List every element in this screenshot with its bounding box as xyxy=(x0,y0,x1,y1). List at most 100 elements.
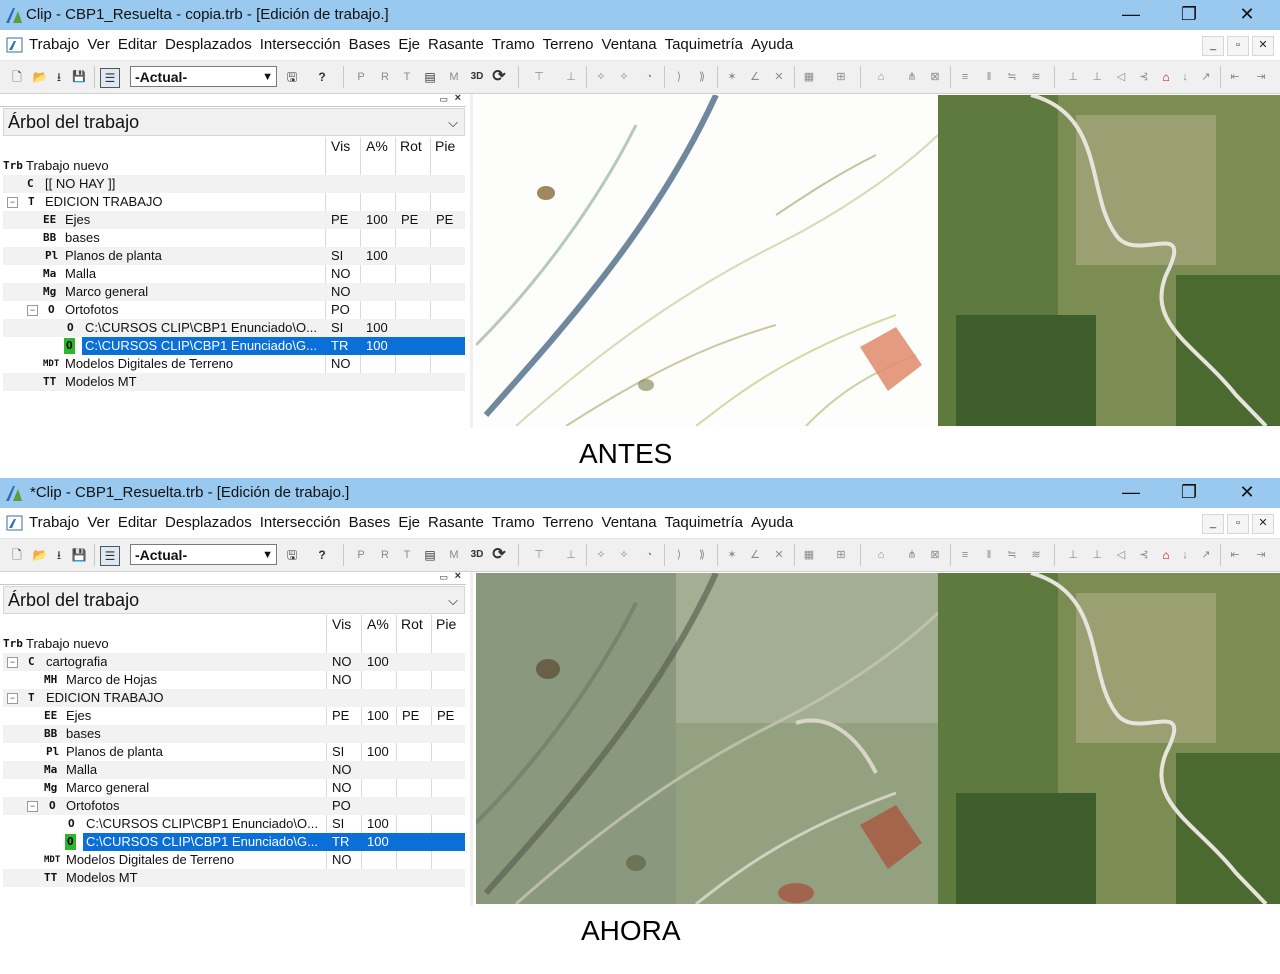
menu-item[interactable]: Terreno xyxy=(543,514,594,531)
close-icon[interactable]: × xyxy=(455,570,461,582)
layer-combobox[interactable]: -Actual- ▼ xyxy=(130,544,277,565)
plan-view-icon[interactable]: P xyxy=(352,546,370,564)
mt-view-icon[interactable]: M xyxy=(445,68,463,86)
tool-icon[interactable]: ‖ xyxy=(980,68,998,86)
tree-row[interactable]: − O Ortofotos PO xyxy=(3,301,465,319)
menu-item[interactable]: Eje xyxy=(398,514,420,531)
tree-title-dropdown[interactable]: Árbol del trabajo ⌵ xyxy=(3,108,465,136)
tool-icon[interactable]: ◁ xyxy=(1112,68,1130,86)
tool-icon[interactable]: ◁ xyxy=(1112,546,1130,564)
close-icon[interactable]: × xyxy=(455,92,461,104)
column-header-rot[interactable]: Rot xyxy=(401,616,423,632)
tool-icon[interactable]: ⊞ xyxy=(832,546,850,564)
tree-row[interactable]: Trb Trabajo nuevo xyxy=(3,157,465,175)
tool-icon[interactable]: ◔ xyxy=(640,546,658,564)
minimize-button[interactable]: — xyxy=(1102,0,1160,30)
tool-icon[interactable]: ▦ xyxy=(800,68,818,86)
close-button[interactable]: ✕ xyxy=(1218,0,1276,30)
pin-icon[interactable]: ▭ xyxy=(439,94,448,105)
tool-icon[interactable]: ✶ xyxy=(723,68,741,86)
menu-item[interactable]: Trabajo xyxy=(29,514,79,531)
tree-row[interactable]: BB bases xyxy=(3,229,465,247)
tool-icon[interactable]: ≋ xyxy=(1027,68,1045,86)
tool-icon[interactable]: ✧ xyxy=(592,546,610,564)
tool-icon[interactable]: ‖ xyxy=(980,546,998,564)
open-folder-icon[interactable]: 📂 xyxy=(31,68,49,86)
tool-icon[interactable]: ∠ xyxy=(746,546,764,564)
tool-icon[interactable]: ≒ xyxy=(1003,68,1021,86)
tool-icon[interactable]: ⟩ xyxy=(670,68,688,86)
tool-icon[interactable]: ≋ xyxy=(1027,546,1045,564)
tree-row[interactable]: Trb Trabajo nuevo xyxy=(3,635,465,653)
help-icon[interactable]: ? xyxy=(313,68,331,86)
menu-item[interactable]: Eje xyxy=(398,36,420,53)
tree-row[interactable]: MDT Modelos Digitales de Terreno NO xyxy=(3,851,465,869)
home-icon[interactable]: ⌂ xyxy=(1157,546,1175,564)
tree-row[interactable]: BB bases xyxy=(3,725,465,743)
table-view-icon[interactable]: ▤ xyxy=(421,546,439,564)
tool-icon[interactable]: ✧ xyxy=(615,546,633,564)
tool-icon[interactable]: ⇥ xyxy=(1252,68,1270,86)
download-icon[interactable]: ⭳ xyxy=(50,68,68,86)
tool-icon[interactable]: ⟩ xyxy=(670,546,688,564)
tool-icon[interactable]: ⇤ xyxy=(1226,546,1244,564)
tool-icon[interactable]: ⊥ xyxy=(1088,546,1106,564)
menu-item[interactable]: Ventana xyxy=(602,514,657,531)
tool-icon[interactable]: ↗ xyxy=(1197,546,1215,564)
minimize-button[interactable]: — xyxy=(1102,478,1160,508)
tool-icon[interactable]: ∠ xyxy=(746,68,764,86)
map-view[interactable] xyxy=(476,573,1280,904)
menu-item[interactable]: Ayuda xyxy=(751,514,793,531)
tool-icon[interactable]: ⊥ xyxy=(562,68,580,86)
menu-item[interactable]: Editar xyxy=(118,514,157,531)
menu-item[interactable]: Tramo xyxy=(492,36,535,53)
tree-row[interactable]: Ma Malla NO xyxy=(3,761,465,779)
mdi-restore-button[interactable]: ▫ xyxy=(1227,36,1249,56)
tree-row[interactable]: − O Ortofotos PO xyxy=(3,797,465,815)
collapse-icon[interactable]: − xyxy=(7,197,18,208)
tree-row[interactable]: Mg Marco general NO xyxy=(3,283,465,301)
download-icon[interactable]: ⭳ xyxy=(50,546,68,564)
section-view-icon[interactable]: T xyxy=(398,68,416,86)
collapse-icon[interactable]: − xyxy=(27,801,38,812)
tool-icon[interactable]: ⟫ xyxy=(693,546,711,564)
refresh-icon[interactable]: ⟳ xyxy=(490,546,508,564)
tree-row[interactable]: Mg Marco general NO xyxy=(3,779,465,797)
maximize-button[interactable]: ❐ xyxy=(1160,478,1218,508)
save-layer-icon[interactable]: 🖫 xyxy=(283,68,301,86)
three-d-icon[interactable]: 3D xyxy=(468,68,486,86)
tree-view-icon[interactable]: ☰ xyxy=(100,68,120,88)
tree-title-dropdown[interactable]: Árbol del trabajo ⌵ xyxy=(3,586,465,614)
column-header-vis[interactable]: Vis xyxy=(331,138,350,154)
tree-row[interactable]: EE Ejes PE 100 PE PE xyxy=(3,707,465,725)
maximize-button[interactable]: ❐ xyxy=(1160,0,1218,30)
tree-row[interactable]: MH Marco de Hojas NO xyxy=(3,671,465,689)
menu-item[interactable]: Bases xyxy=(349,36,391,53)
menu-item[interactable]: Ventana xyxy=(602,36,657,53)
save-icon[interactable]: 💾 xyxy=(70,546,88,564)
menu-item[interactable]: Taquimetría xyxy=(665,36,743,53)
tool-icon[interactable]: ◔ xyxy=(640,68,658,86)
tool-icon[interactable]: ⊰ xyxy=(1135,68,1153,86)
mdi-minimize-button[interactable]: _ xyxy=(1202,36,1224,56)
menu-item[interactable]: Trabajo xyxy=(29,36,79,53)
section-view-icon[interactable]: T xyxy=(398,546,416,564)
tool-icon[interactable]: ⊥ xyxy=(562,546,580,564)
tool-icon[interactable]: ⌂ xyxy=(872,68,890,86)
tool-icon[interactable]: ≡ xyxy=(956,68,974,86)
tool-icon[interactable]: ⌂ xyxy=(872,546,890,564)
tool-icon[interactable]: ✧ xyxy=(592,68,610,86)
menu-item[interactable]: Tramo xyxy=(492,514,535,531)
column-header-vis[interactable]: Vis xyxy=(332,616,351,632)
tool-icon[interactable]: ▦ xyxy=(800,546,818,564)
tree-row[interactable]: TT Modelos MT xyxy=(3,869,465,887)
menu-item[interactable]: Rasante xyxy=(428,514,484,531)
tree-row-selected[interactable]: O C:\CURSOS CLIP\CBP1 Enunciado\G... TR 100 xyxy=(3,833,465,851)
mdi-minimize-button[interactable]: _ xyxy=(1202,514,1224,534)
tool-icon[interactable]: ↓ xyxy=(1176,546,1194,564)
menu-item[interactable]: Ayuda xyxy=(751,36,793,53)
menu-item[interactable]: Editar xyxy=(118,36,157,53)
three-d-icon[interactable]: 3D xyxy=(468,546,486,564)
column-header-pie[interactable]: Pie xyxy=(436,616,456,632)
collapse-icon[interactable]: − xyxy=(7,693,18,704)
